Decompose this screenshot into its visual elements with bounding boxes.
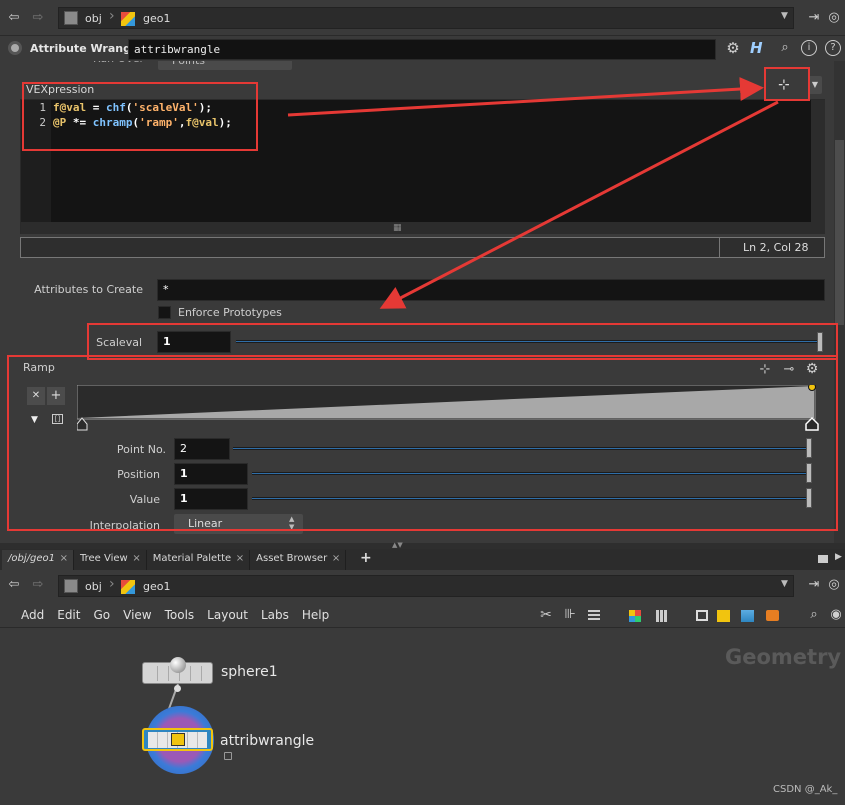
wrangle-icon	[171, 733, 185, 746]
bottom-geo-icon	[121, 580, 135, 594]
menu-item[interactable]: Go	[93, 608, 110, 622]
tools-icon[interactable]: ✂	[538, 606, 554, 624]
menu-item[interactable]: Add	[21, 608, 44, 622]
tree-icon[interactable]: ⊪	[562, 606, 578, 624]
arrow-to-snippet	[287, 77, 764, 117]
menu-item[interactable]: Help	[302, 608, 329, 622]
tab[interactable]: Tree View ×	[73, 550, 147, 570]
palette-icon[interactable]	[629, 610, 641, 622]
tab-label: Tree View	[79, 553, 128, 564]
network-search-icon[interactable]: ⌕	[806, 606, 822, 624]
network-context-label: Geometry	[725, 645, 842, 669]
bottom-path-bar: ⇦ ⇨ obj › geo1 ▼ ⇥ ◎	[0, 571, 845, 601]
tab-close-icon[interactable]: ×	[332, 550, 340, 568]
tab-list: /obj/geo1 × Tree View × Material Palette × Ass…	[2, 550, 347, 570]
network-view[interactable]	[0, 629, 845, 805]
sphere-icon	[170, 657, 186, 673]
node-header-overlay: Attribute Wrangle attribwrangle ⚙ H ⌕ i …	[0, 37, 845, 61]
bottom-obj-icon	[64, 579, 78, 593]
bottom-path-geo[interactable]: geo1	[143, 580, 170, 593]
bottom-link-icon[interactable]: ◎	[826, 576, 842, 594]
display-icon[interactable]	[696, 610, 708, 621]
list-icon[interactable]	[588, 610, 600, 622]
tab-close-icon[interactable]: ×	[60, 550, 68, 568]
bottom-dropdown-icon[interactable]: ▼	[781, 579, 788, 589]
image-icon[interactable]	[741, 610, 754, 622]
bottom-path-obj[interactable]: obj	[85, 580, 102, 593]
sphere-node[interactable]	[142, 657, 213, 684]
pane-arrow-icon[interactable]: ▶	[835, 552, 842, 562]
node-name-input[interactable]: attribwrangle	[128, 39, 716, 60]
menu-item[interactable]: Layout	[207, 608, 248, 622]
bottom-separator-icon: ›	[109, 576, 115, 592]
node-gear-icon	[8, 41, 22, 55]
menu-item[interactable]: Tools	[165, 608, 195, 622]
lock-icon	[224, 752, 232, 760]
tab-bar: /obj/geo1 × Tree View × Material Palette × Ass…	[0, 549, 845, 570]
bottom-pin-icon[interactable]: ⇥	[806, 576, 822, 594]
grid-icon[interactable]	[656, 610, 668, 622]
pane-menu-icon[interactable]	[818, 555, 828, 563]
tab-close-icon[interactable]: ×	[236, 550, 244, 568]
tab[interactable]: Material Palette ×	[146, 550, 251, 570]
node-settings-icon[interactable]: ⚙	[724, 39, 742, 57]
tab-label: Asset Browser	[256, 553, 328, 564]
wrangle-node[interactable]	[142, 728, 213, 751]
node-type-text: Attribute Wrangle	[30, 42, 143, 55]
menu-item[interactable]: Edit	[57, 608, 80, 622]
menu-item[interactable]: Labs	[261, 608, 289, 622]
output-connector[interactable]	[174, 685, 181, 692]
tab-label: /obj/geo1	[8, 553, 55, 564]
pane-collapse-icon[interactable]: ▲▼	[392, 541, 403, 549]
note-icon[interactable]	[717, 610, 730, 622]
eye-icon[interactable]: ◉	[828, 606, 844, 624]
add-tab-icon[interactable]: +	[360, 550, 372, 566]
arrow-to-scaleval	[379, 100, 779, 309]
network-menu-bar: Add Edit Go View Tools Layout Labs Help ✂ ⊪ ⌕ ◉	[0, 602, 845, 628]
tab[interactable]: Asset Browser ×	[250, 550, 347, 570]
node-info-icon[interactable]: i	[801, 40, 817, 56]
tab-label: Material Palette	[152, 553, 232, 564]
tab[interactable]: /obj/geo1 ×	[2, 550, 74, 570]
sphere-node-label: sphere1	[221, 664, 278, 680]
tab-close-icon[interactable]: ×	[132, 550, 140, 568]
node-question-icon[interactable]: ?	[825, 40, 841, 56]
wrangle-node-label: attribwrangle	[220, 733, 315, 749]
annotation-arrows	[287, 77, 779, 309]
node-help-h-icon[interactable]: H	[750, 39, 763, 57]
bottom-path-field[interactable]: obj › geo1 ▼	[58, 575, 794, 597]
menu-list: Add Edit Go View Tools Layout Labs Help	[21, 608, 342, 622]
bottom-back-icon[interactable]: ⇦	[6, 576, 22, 594]
node-search-icon[interactable]: ⌕	[776, 39, 794, 57]
bottom-forward-icon[interactable]: ⇨	[30, 576, 46, 594]
menu-item[interactable]: View	[123, 608, 151, 622]
watermark: CSDN @_Ak_	[773, 784, 838, 795]
box-icon[interactable]	[766, 610, 779, 621]
